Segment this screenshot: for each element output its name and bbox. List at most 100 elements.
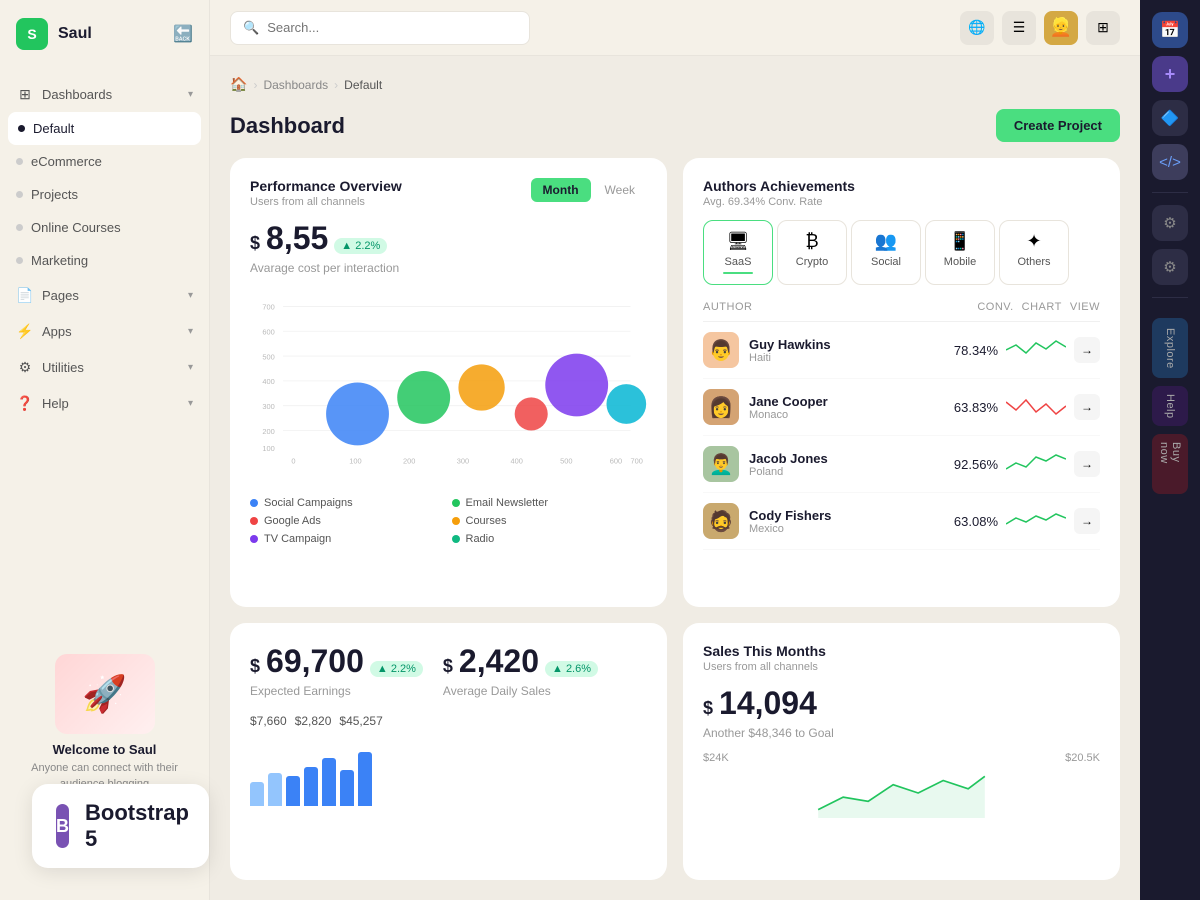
author-name-jacob: Jacob Jones [749,451,828,466]
breadcrumb: 🏠 › Dashboards › Default [230,76,1120,93]
view-button-cody[interactable]: → [1074,508,1100,534]
tab-others[interactable]: ✦ Others [999,220,1069,285]
author-avatar-cody: 🧔 [703,503,739,539]
help-icon: ❓ [16,394,34,412]
period-month-button[interactable]: Month [531,178,591,202]
menu-icon[interactable]: ⊞ [1086,11,1120,45]
authors-title: Authors Achievements [703,178,855,194]
code-icon[interactable]: </> [1152,144,1188,180]
bar-5 [322,758,336,806]
svg-text:600: 600 [262,328,274,337]
svg-text:700: 700 [630,457,642,466]
search-input[interactable] [267,20,517,35]
author-avatar-jacob: 👨‍🦱 [703,446,739,482]
daily-sales-badge: ▲ 2.6% [545,661,598,677]
help-action[interactable]: Help [1152,386,1188,426]
app-logo: S [16,18,48,50]
sidebar-item-dashboards[interactable]: ⊞ Dashboards ▾ [0,76,209,112]
sidebar-item-online-courses[interactable]: Online Courses [0,211,209,244]
active-dot [18,125,25,132]
author-country-jacob: Poland [749,466,828,478]
settings-icon-2[interactable]: ⚙ [1152,205,1188,241]
sidebar-item-help[interactable]: ❓ Help ▾ [0,385,209,421]
tab-mobile[interactable]: 📱 Mobile [925,220,995,285]
search-icon: 🔍 [243,20,259,36]
stat-item-1: $7,660 [250,714,287,728]
view-button-guy[interactable]: → [1074,337,1100,363]
settings-icon[interactable]: ☰ [1002,11,1036,45]
sidebar-item-utilities[interactable]: ⚙ Utilities ▾ [0,349,209,385]
earnings-card: $ 69,700 ▲ 2.2% Expected Earnings $ 2,42… [230,623,667,880]
author-conv-cody: 63.08% [954,514,998,529]
sales-title: Sales This Months [703,643,1100,659]
tab-crypto[interactable]: ₿ Crypto [777,220,847,285]
create-project-button[interactable]: Create Project [996,109,1120,142]
svg-text:300: 300 [457,457,469,466]
tab-saas[interactable]: 🖥 SaaS [703,220,773,285]
bar-6 [340,770,354,806]
author-country-guy: Haiti [749,352,831,364]
dashboard-grid: Performance Overview Users from all chan… [230,158,1120,880]
legend-radio: Radio [452,533,648,545]
right-panel: 📅 + 🔷 </> ⚙ ⚙ Explore Help Buy now [1140,0,1200,900]
author-avatar-guy: 👨 [703,332,739,368]
view-button-jacob[interactable]: → [1074,451,1100,477]
view-button-jane[interactable]: → [1074,394,1100,420]
col-conv: CONV. [977,301,1013,313]
period-week-button[interactable]: Week [593,178,647,202]
stat-item-3: $45,257 [339,714,382,728]
settings-icon-3[interactable]: ⚙ [1152,249,1188,285]
explore-action[interactable]: Explore [1152,318,1188,378]
back-icon[interactable]: 🔙 [173,24,193,44]
separator [1152,192,1188,193]
legend-tv-campaign: TV Campaign [250,533,446,545]
tab-social[interactable]: 👥 Social [851,220,921,285]
buy-action[interactable]: Buy now [1152,434,1188,494]
svg-text:400: 400 [511,457,523,466]
chevron-down-icon: ▾ [188,398,193,409]
author-conv-jane: 63.83% [954,400,998,415]
bar-2 [268,773,282,806]
sidebar-header: S Saul 🔙 [0,0,209,68]
help-label: Help [1164,394,1176,419]
explore-label: Explore [1164,328,1176,369]
breadcrumb-dashboards[interactable]: Dashboards [263,78,328,92]
nav-dot [16,257,23,264]
welcome-title: Welcome to Saul [16,742,193,757]
sidebar-item-default[interactable]: Default [8,112,201,145]
utilities-icon: ⚙ [16,358,34,376]
metric-dollar: $ [250,233,260,254]
svg-text:100: 100 [349,457,361,466]
authors-card: Authors Achievements Avg. 69.34% Conv. R… [683,158,1120,607]
user-avatar[interactable]: 👱 [1044,11,1078,45]
separator-2 [1152,297,1188,298]
breadcrumb-home-icon[interactable]: 🏠 [230,76,247,93]
performance-card: Performance Overview Users from all chan… [230,158,667,607]
svg-text:200: 200 [262,427,274,436]
sidebar-item-ecommerce[interactable]: eCommerce [0,145,209,178]
performance-card-header: Performance Overview Users from all chan… [250,178,647,208]
authors-subtitle: Avg. 69.34% Conv. Rate [703,196,855,208]
breadcrumb-current: Default [344,78,382,92]
sales-subtitle: Users from all channels [703,661,1100,673]
add-icon[interactable]: + [1152,56,1188,92]
svg-text:400: 400 [262,377,274,386]
sidebar-item-marketing[interactable]: Marketing [0,244,209,277]
author-country-cody: Mexico [749,523,831,535]
chart-legend: Social Campaigns Email Newsletter Google… [250,497,647,545]
bar-1 [250,782,264,806]
notification-icon[interactable]: 🔷 [1152,100,1188,136]
earnings-value: $ 69,700 ▲ 2.2% [250,643,423,680]
sidebar-item-projects[interactable]: Projects [0,178,209,211]
sales-y-label-1: $24K [703,752,729,764]
author-row-jacob: 👨‍🦱 Jacob Jones Poland 92.56% → [703,436,1100,493]
search-box[interactable]: 🔍 [230,11,530,45]
notifications-icon[interactable]: 🌐 [960,11,994,45]
sidebar-item-apps[interactable]: ⚡ Apps ▾ [0,313,209,349]
legend-email-newsletter: Email Newsletter [452,497,648,509]
authors-table-header: AUTHOR CONV. CHART VIEW [703,297,1100,322]
bubble-chart: 700 600 500 400 300 200 100 0 100 200 30… [250,285,647,485]
calendar-icon[interactable]: 📅 [1152,12,1188,48]
sidebar-item-pages[interactable]: 📄 Pages ▾ [0,277,209,313]
crypto-icon: ₿ [805,231,818,252]
